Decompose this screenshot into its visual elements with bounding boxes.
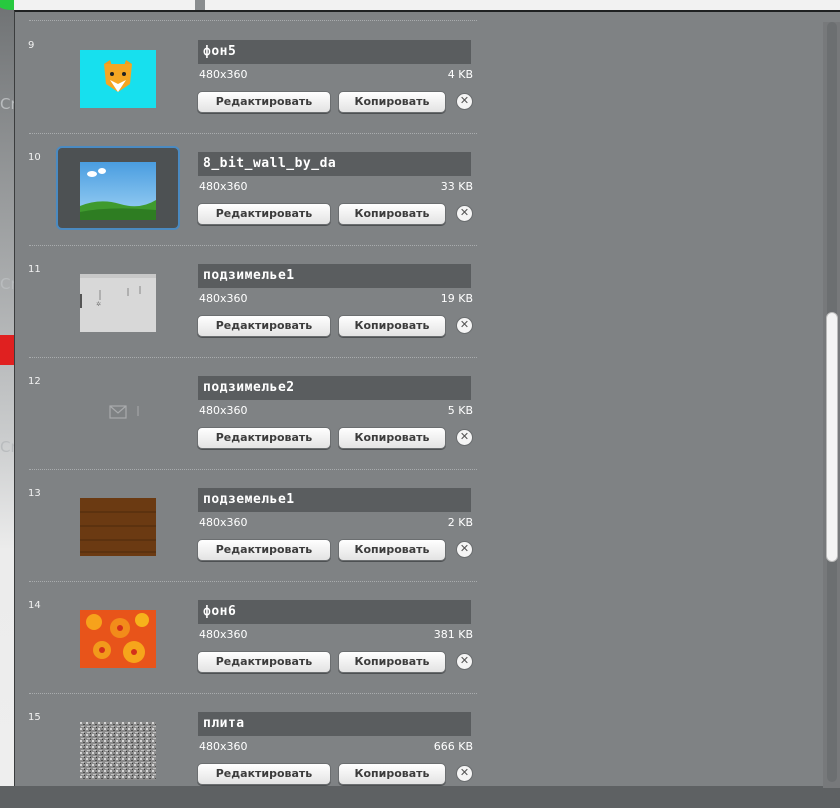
backdrop-size: 2 KB (447, 516, 473, 529)
copy-button[interactable]: Копировать (338, 315, 446, 337)
backdrop-number: 15 (28, 712, 41, 723)
close-icon[interactable]: ✕ (456, 317, 473, 334)
edit-button[interactable]: Редактировать (197, 203, 331, 225)
backdrop-item[interactable]: 11 ✲ подзимелье1 480x360 19 KB Редактиро… (15, 248, 485, 360)
backdrop-dimensions: 480x360 (199, 68, 248, 81)
svg-text:✲: ✲ (96, 301, 101, 308)
backdrop-dimensions: 480x360 (199, 740, 248, 753)
edit-button[interactable]: Редактировать (197, 763, 331, 785)
copy-button[interactable]: Копировать (338, 91, 446, 113)
backdrop-size: 4 KB (447, 68, 473, 81)
envelope-thumbnail (80, 386, 156, 444)
copy-button[interactable]: Копировать (338, 203, 446, 225)
wood-thumbnail (80, 498, 156, 556)
separator (29, 245, 477, 246)
backdrop-number: 11 (28, 264, 41, 275)
fox-icon (80, 50, 156, 108)
red-flowers-thumbnail (80, 610, 156, 668)
separator (29, 581, 477, 582)
backdrop-dimensions: 480x360 (199, 180, 248, 193)
backdrop-list: 9 фон5 480x360 4 KB Редактировать Копиро… (15, 12, 485, 788)
vertical-scrollbar[interactable] (823, 22, 840, 788)
close-icon[interactable]: ✕ (456, 205, 473, 222)
backdrop-item[interactable]: 14 фон6 480x360 381 KB Редактировать Коп… (15, 584, 485, 696)
close-icon[interactable]: ✕ (456, 93, 473, 110)
background-window-edge: Cr Cr Cr (0, 0, 28, 786)
separator (29, 357, 477, 358)
copy-button[interactable]: Копировать (338, 427, 446, 449)
backdrop-name[interactable]: фон5 (198, 40, 471, 64)
backdrop-number: 9 (28, 40, 35, 51)
backdrop-dimensions: 480x360 (199, 292, 248, 305)
edit-button[interactable]: Редактировать (197, 91, 331, 113)
backdrop-number: 13 (28, 488, 41, 499)
gray-noise-thumbnail (80, 722, 156, 780)
backdrop-size: 19 KB (440, 292, 473, 305)
backdrop-name[interactable]: подзимелье1 (198, 264, 471, 288)
backdrop-name[interactable]: 8_bit_wall_by_da (198, 152, 471, 176)
edit-button[interactable]: Редактировать (197, 427, 331, 449)
edit-button[interactable]: Редактировать (197, 651, 331, 673)
backdrop-number: 12 (28, 376, 41, 387)
close-icon[interactable]: ✕ (456, 429, 473, 446)
edit-button[interactable]: Редактировать (197, 539, 331, 561)
backdrop-name[interactable]: плита (198, 712, 471, 736)
close-icon[interactable]: ✕ (456, 541, 473, 558)
sky-grass-thumbnail (80, 162, 156, 220)
backdrop-list-panel: 9 фон5 480x360 4 KB Редактировать Копиро… (14, 10, 840, 788)
backdrop-dimensions: 480x360 (199, 516, 248, 529)
backdrop-dimensions: 480x360 (199, 404, 248, 417)
copy-button[interactable]: Копировать (338, 763, 446, 785)
separator (29, 693, 477, 694)
red-shape (0, 335, 14, 365)
backdrop-size: 381 KB (433, 628, 473, 641)
scrollbar-thumb[interactable] (826, 312, 838, 562)
backdrop-dimensions: 480x360 (199, 628, 248, 641)
backdrop-item[interactable]: 9 фон5 480x360 4 KB Редактировать Копиро… (15, 24, 485, 136)
copy-button[interactable]: Копировать (338, 651, 446, 673)
separator (29, 20, 477, 21)
backdrop-item[interactable]: 10 8_bit_wall_by_da 480x360 33 KB Редакт… (15, 136, 485, 248)
edit-button[interactable]: Редактировать (197, 315, 331, 337)
backdrop-name[interactable]: фон6 (198, 600, 471, 624)
separator (29, 133, 477, 134)
gray-wall-thumbnail: ✲ (80, 274, 156, 332)
separator (29, 469, 477, 470)
backdrop-size: 5 KB (447, 404, 473, 417)
backdrop-number: 10 (28, 152, 41, 163)
backdrop-item[interactable]: 15 плита 480x360 666 KB Редактировать Ко… (15, 696, 485, 808)
backdrop-number: 14 (28, 600, 41, 611)
background-top-strip (14, 0, 840, 10)
copy-button[interactable]: Копировать (338, 539, 446, 561)
close-icon[interactable]: ✕ (456, 765, 473, 782)
backdrop-size: 33 KB (440, 180, 473, 193)
backdrop-name[interactable]: подземелье1 (198, 488, 471, 512)
backdrop-item[interactable]: 13 подземелье1 480x360 2 KB Редактироват… (15, 472, 485, 584)
close-icon[interactable]: ✕ (456, 653, 473, 670)
backdrop-name[interactable]: подзимелье2 (198, 376, 471, 400)
backdrop-item[interactable]: 12 подзимелье2 480x360 5 KB Редактироват… (15, 360, 485, 472)
backdrop-size: 666 KB (433, 740, 473, 753)
